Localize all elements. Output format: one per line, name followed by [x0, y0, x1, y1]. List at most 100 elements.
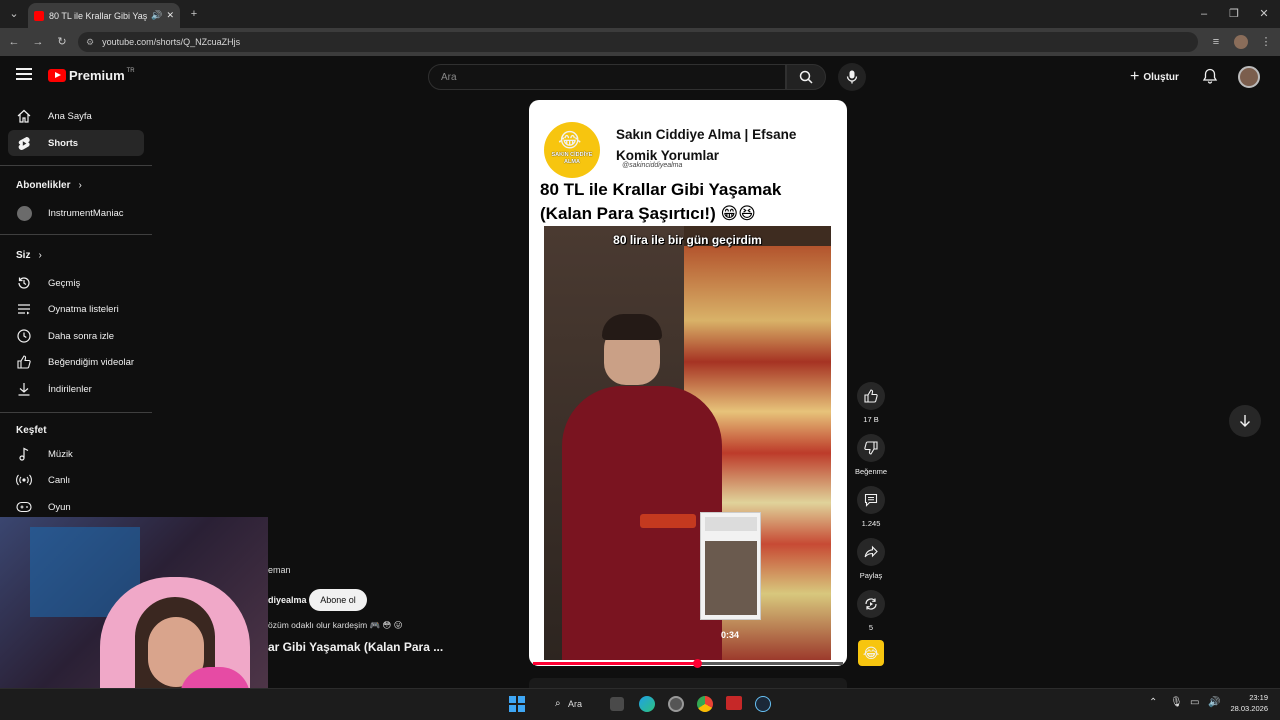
edge-icon[interactable]: [639, 696, 655, 712]
profile-avatar[interactable]: [1234, 35, 1248, 49]
remix-button[interactable]: [857, 590, 885, 618]
tab-close-icon[interactable]: ✕: [166, 10, 174, 21]
thumb-down-icon: [864, 441, 878, 455]
close-window-button[interactable]: ✕: [1256, 6, 1272, 22]
overlay-channel-name[interactable]: diyealma: [268, 595, 307, 605]
laughing-emoji-icon: 😂: [862, 644, 880, 661]
sidebar-item-history[interactable]: Geçmiş: [8, 270, 144, 296]
voice-search-button[interactable]: [838, 63, 866, 91]
remix-action[interactable]: 5: [856, 590, 886, 632]
like-action[interactable]: 17 B: [856, 382, 886, 424]
you-heading-label: Siz: [16, 250, 31, 261]
youtube-favicon-icon: [34, 10, 44, 21]
share-icon: [864, 545, 878, 558]
user-avatar[interactable]: [1238, 66, 1260, 88]
tray-display-icon[interactable]: ▭: [1190, 697, 1199, 708]
restore-button[interactable]: ❐: [1226, 6, 1242, 22]
comment-count: 1.245: [861, 519, 881, 528]
subscriptions-heading[interactable]: Abonelikler ›: [16, 180, 82, 191]
notifications-bell-icon[interactable]: [1202, 68, 1218, 89]
minimize-button[interactable]: –: [1196, 6, 1212, 22]
tray-mic-icon[interactable]: 🎙: [1170, 697, 1183, 708]
mic-icon: [846, 70, 858, 84]
hamburger-menu-icon[interactable]: [16, 68, 32, 80]
progress-bar-fill: [533, 662, 698, 665]
sidebar-item-liked-videos[interactable]: Beğendiğim videolar: [8, 349, 144, 375]
like-button[interactable]: [857, 382, 885, 410]
sidebar-item-label: Müzik: [48, 448, 73, 460]
sidebar-item-label: Daha sonra izle: [48, 330, 115, 342]
search-button[interactable]: [786, 64, 826, 90]
system-clock[interactable]: 23:19 28.03.2026: [1228, 692, 1268, 714]
sidebar-item-watch-later[interactable]: Daha sonra izle: [8, 323, 144, 349]
sidebar-item-home[interactable]: Ana Sayfa: [8, 103, 144, 129]
windows-start-icon[interactable]: [509, 696, 525, 712]
tray-volume-icon[interactable]: 🔊: [1208, 697, 1220, 708]
you-heading[interactable]: Siz ›: [16, 250, 42, 261]
new-tab-button[interactable]: +: [186, 6, 202, 22]
logo-region: TR: [126, 68, 135, 74]
browser-tab[interactable]: 80 TL ile Krallar Gibi Yaşam... 🔊 ✕: [28, 3, 180, 28]
browser-menu-icon[interactable]: ⋮: [1258, 34, 1274, 50]
media-app-icon[interactable]: [726, 696, 742, 710]
dislike-button[interactable]: [857, 434, 885, 462]
back-button[interactable]: ←: [6, 34, 22, 50]
explore-heading: Keşfet: [16, 425, 47, 436]
browser-tab-bar: ⌄ 80 TL ile Krallar Gibi Yaşam... 🔊 ✕ + …: [0, 0, 1280, 28]
media-control-icon[interactable]: ≡: [1208, 34, 1224, 50]
taskbar-search[interactable]: Ara: [568, 699, 582, 709]
steam-icon[interactable]: [755, 696, 771, 712]
sidebar-item-downloads[interactable]: İndirilenler: [8, 376, 144, 402]
create-button[interactable]: + Oluştur: [1130, 68, 1179, 86]
sidebar-item-music[interactable]: Müzik: [8, 441, 144, 467]
music-icon: [16, 447, 32, 461]
dislike-action[interactable]: Beğenme: [854, 434, 888, 476]
sidebar-item-subscription[interactable]: InstrumentManiac: [8, 200, 144, 226]
subscribe-button[interactable]: Abone ol: [309, 589, 367, 611]
sidebar-item-label: Geçmiş: [48, 277, 81, 289]
video-channel-handle: @sakinciddiyealma: [622, 162, 683, 169]
task-view-icon[interactable]: [610, 697, 624, 711]
video-channel-title: Sakın Ciddiye Alma | Efsane Komik Yoruml…: [616, 127, 797, 163]
dislike-label: Beğenme: [854, 467, 888, 476]
search-input[interactable]: Ara: [428, 64, 786, 90]
reload-button[interactable]: ↻: [54, 34, 70, 50]
sidebar-item-label: İndirilenler: [48, 383, 92, 395]
clock-icon: [16, 329, 32, 343]
shorts-icon: [16, 136, 32, 151]
next-short-button[interactable]: [1229, 405, 1261, 437]
sound-thumbnail[interactable]: 😂: [858, 640, 884, 666]
forward-button[interactable]: →: [30, 34, 46, 50]
app-icon[interactable]: [668, 696, 684, 712]
clock-date: 28.03.2026: [1230, 704, 1268, 713]
tab-search-icon[interactable]: ⌄: [6, 6, 22, 22]
thumb-up-icon: [864, 389, 878, 403]
share-button[interactable]: [857, 538, 885, 566]
sidebar-item-playlists[interactable]: Oynatma listeleri: [8, 296, 144, 322]
site-info-icon[interactable]: ⚙: [86, 37, 94, 48]
arrow-down-icon: [1240, 415, 1250, 427]
taskbar-search-icon[interactable]: ⌕: [555, 698, 561, 709]
sidebar-item-label: Ana Sayfa: [48, 110, 92, 122]
chrome-icon[interactable]: [697, 696, 713, 712]
sidebar-item-live[interactable]: Canlı: [8, 467, 144, 493]
comments-button[interactable]: [857, 486, 885, 514]
snack-bar: [640, 514, 696, 528]
overlay-title[interactable]: ar Gibi Yaşamak (Kalan Para ...: [268, 640, 443, 654]
progress-scrubber[interactable]: [693, 659, 703, 668]
share-label: Paylaş: [859, 571, 883, 580]
youtube-logo[interactable]: Premium TR: [48, 68, 135, 83]
channel-avatar: [16, 205, 32, 221]
url-bar[interactable]: ⚙ youtube.com/shorts/Q_NZcuaZHjs: [78, 32, 1198, 52]
sidebar-item-shorts[interactable]: Shorts: [8, 130, 144, 156]
tray-chevron-icon[interactable]: ⌃: [1149, 697, 1157, 708]
sidebar-item-label: InstrumentManiac: [48, 207, 124, 219]
playlist-icon: [16, 302, 32, 316]
share-action[interactable]: Paylaş: [856, 538, 886, 580]
video-frame: [544, 226, 831, 660]
speaker-icon[interactable]: 🔊: [151, 10, 162, 21]
divider: [0, 412, 152, 413]
overlay-label: eman: [268, 565, 291, 575]
comments-action[interactable]: 1.245: [856, 486, 886, 528]
sidebar-item-label: Shorts: [48, 137, 79, 149]
